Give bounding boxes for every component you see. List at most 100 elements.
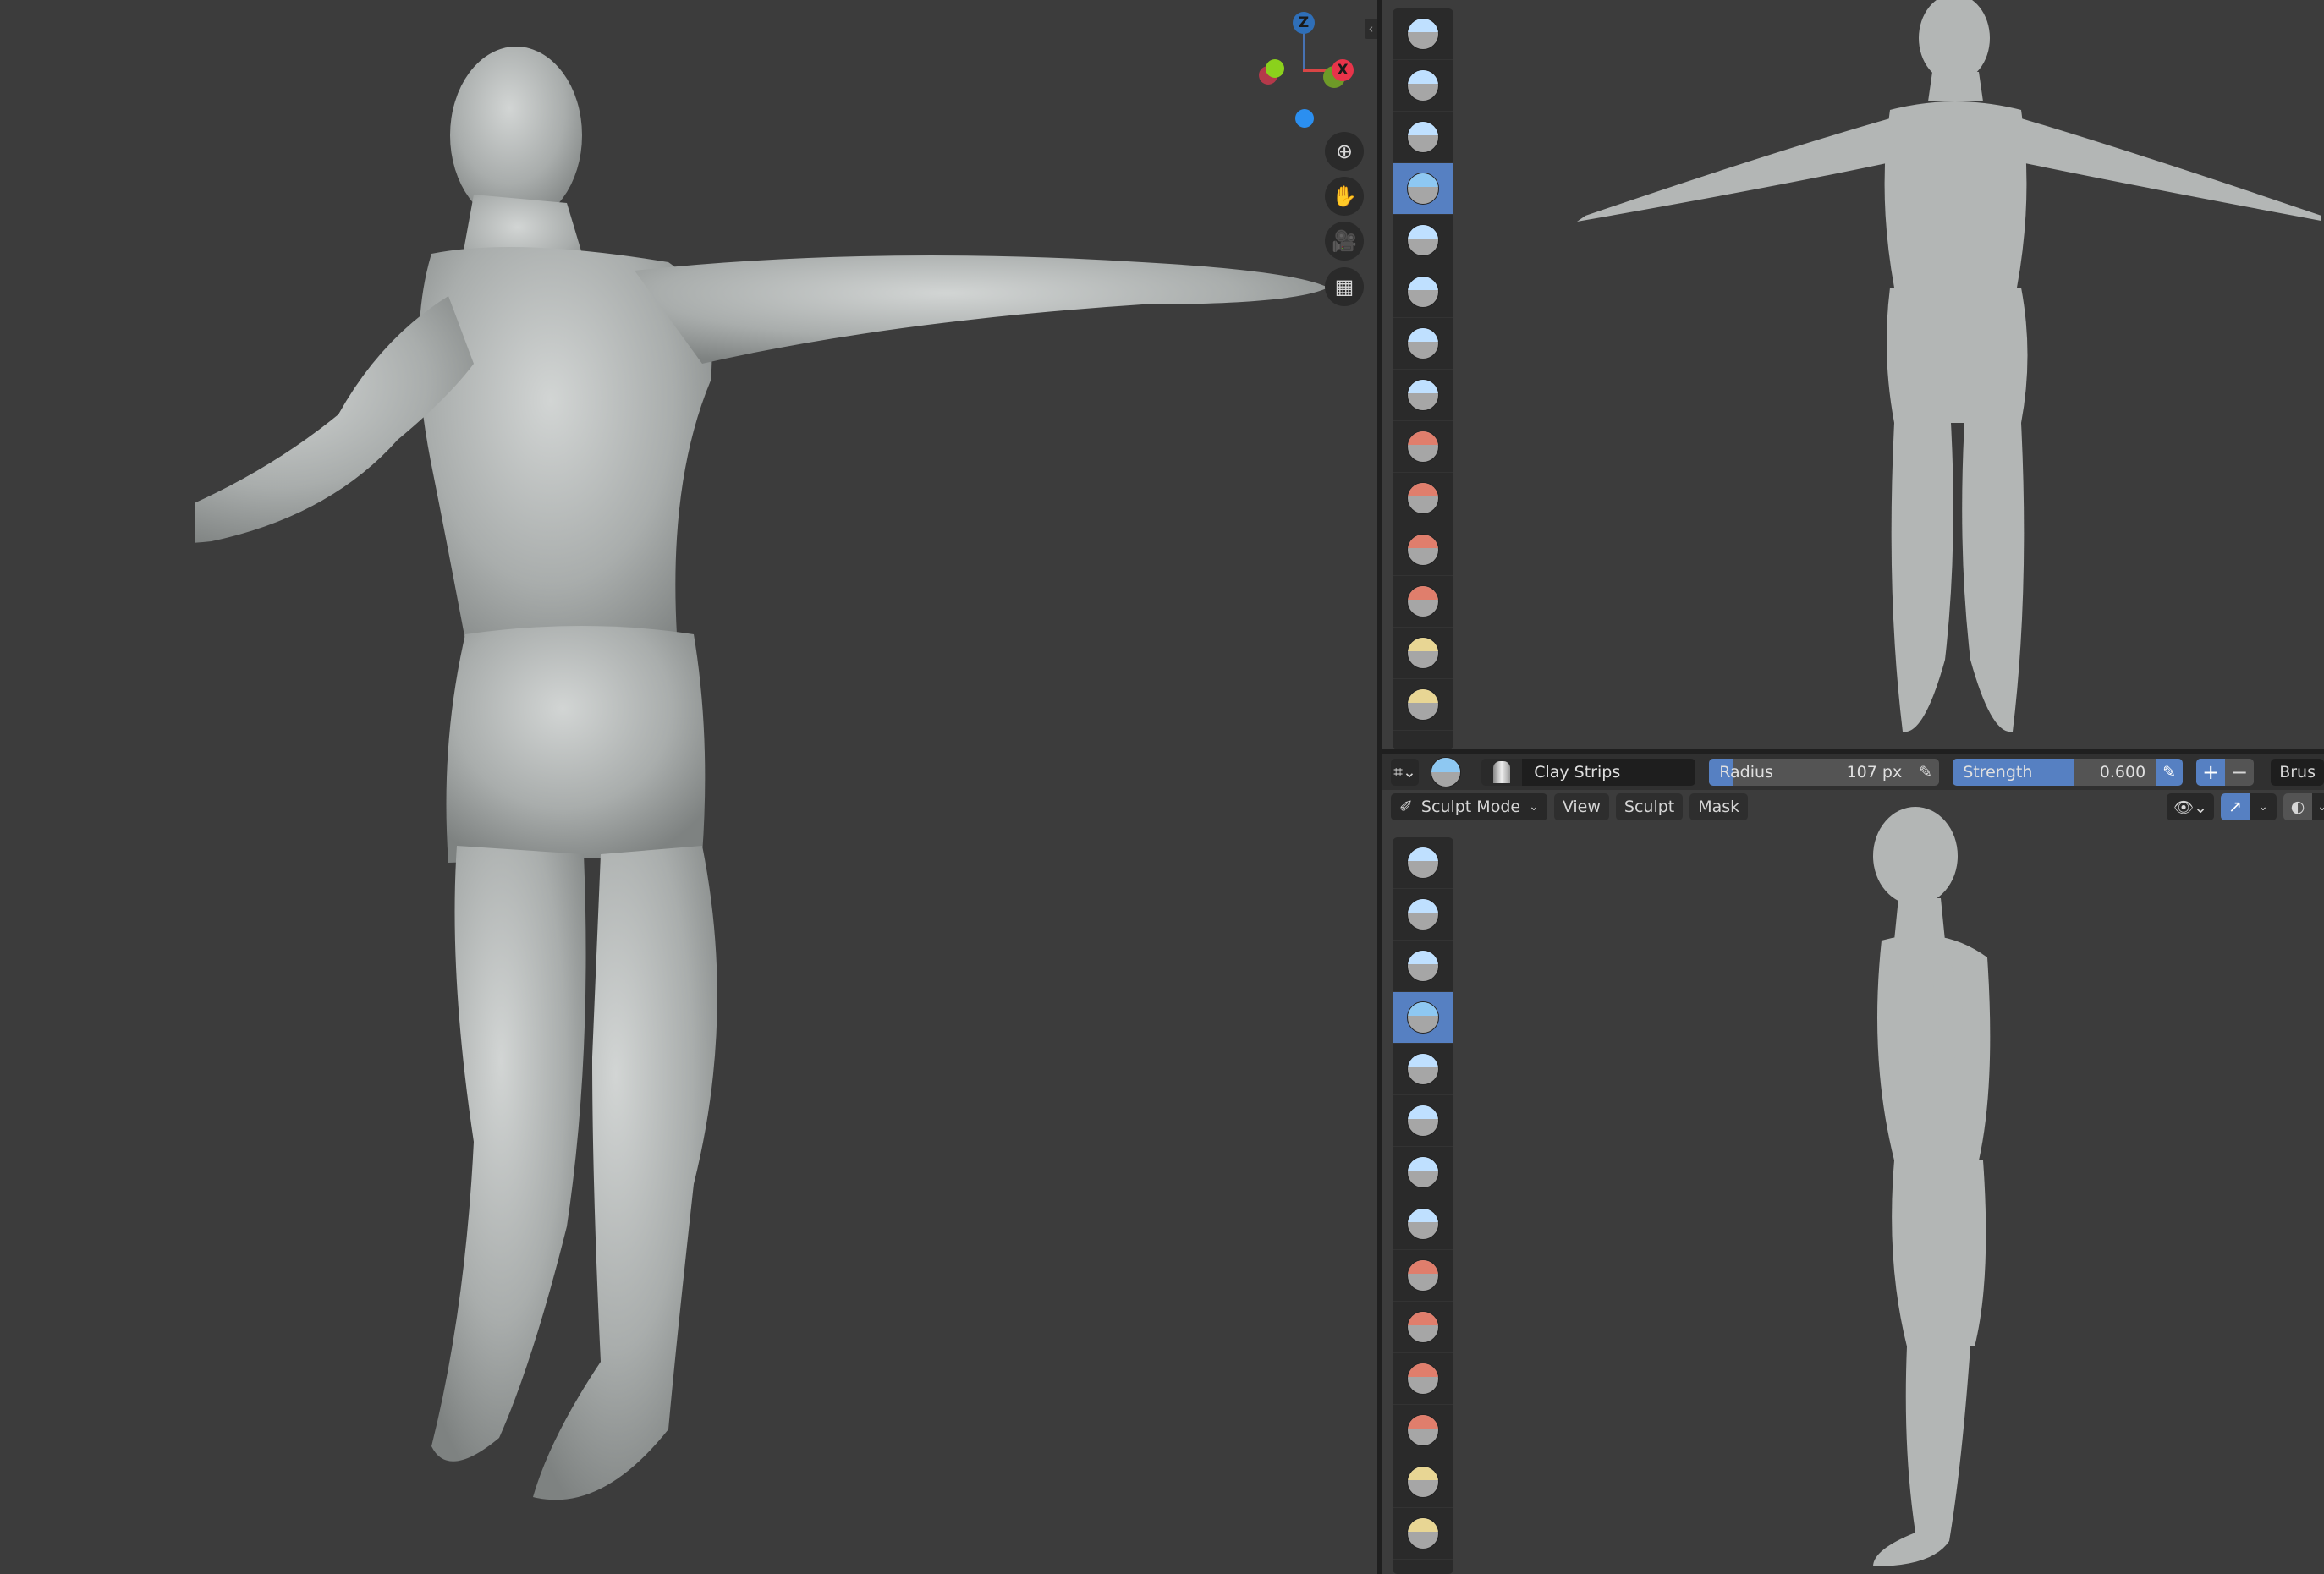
sculpt-model-perspective xyxy=(195,42,1337,1548)
brush-tool-blob[interactable] xyxy=(1393,1198,1453,1250)
smooth-brush-icon xyxy=(1407,1311,1439,1343)
scrape-brush-icon xyxy=(1407,637,1439,669)
brush-tool-scrape[interactable] xyxy=(1393,1456,1453,1508)
chevron-left-icon: ‹ xyxy=(1368,21,1374,36)
scrape-brush-icon xyxy=(1407,1466,1439,1498)
brush-tool-clay-thumb[interactable] xyxy=(1393,215,1453,266)
pen-pressure-icon: ✎ xyxy=(2162,763,2177,782)
brush-toolshelf-top xyxy=(1393,8,1453,749)
eye-select-icon: 👁⌄ xyxy=(2173,798,2207,817)
pan-view-button[interactable]: ✋ xyxy=(1325,177,1364,216)
strength-label: Strength xyxy=(1963,763,2033,782)
brush-tool-scrape[interactable] xyxy=(1393,628,1453,679)
pen-pressure-icon: ✎ xyxy=(1919,763,1933,782)
radius-value: 107 px xyxy=(1846,763,1903,782)
overlay-toggle[interactable]: ◐ xyxy=(2283,793,2312,820)
brush-tool-inflate[interactable] xyxy=(1393,1147,1453,1198)
sculpt-brush-icon: ✐ xyxy=(1399,798,1413,816)
gizmo-dropdown[interactable]: ⌄ xyxy=(2250,793,2277,820)
brush-thumbnail[interactable] xyxy=(1481,759,1523,786)
visibility-dropdown[interactable]: 👁⌄ xyxy=(2166,793,2214,820)
brush-tool-layer[interactable] xyxy=(1393,1095,1453,1147)
brush-tool-multiplane-scrape[interactable] xyxy=(1393,679,1453,731)
clay-brush-icon xyxy=(1407,950,1439,982)
chevron-down-icon: ⌄ xyxy=(2258,800,2268,814)
brush-tool-fill[interactable] xyxy=(1393,1405,1453,1456)
menu-view[interactable]: View xyxy=(1553,793,1609,820)
brush-toolshelf-bottom xyxy=(1393,837,1453,1574)
brush-tool-draw-sharp[interactable] xyxy=(1393,60,1453,112)
brush-name-field[interactable]: Clay Strips xyxy=(1522,759,1696,786)
overlay-dropdown[interactable]: ⌄ xyxy=(2312,793,2324,820)
magnifier-plus-icon: ⊕ xyxy=(1335,140,1354,163)
camera-view-button[interactable]: 🎥 xyxy=(1325,222,1364,261)
ortho-toggle-button[interactable]: ▦ xyxy=(1325,267,1364,306)
side-view-viewport[interactable] xyxy=(1382,754,2324,1574)
brush-tool-smooth[interactable] xyxy=(1393,1302,1453,1353)
zoom-view-button[interactable]: ⊕ xyxy=(1325,132,1364,171)
brush-selector[interactable]: Clay Strips xyxy=(1481,759,1696,786)
sculpt-model-front xyxy=(1560,0,2321,744)
draw-brush-icon xyxy=(1407,847,1439,879)
gizmo-toggle[interactable]: ↗ xyxy=(2221,793,2250,820)
brush-tool-multiplane-scrape[interactable] xyxy=(1393,1508,1453,1560)
brush-tool-blob[interactable] xyxy=(1393,370,1453,421)
brush-tool-crease[interactable] xyxy=(1393,1250,1453,1302)
brush-tool-clay-strips[interactable] xyxy=(1393,163,1453,215)
brush-tool-draw[interactable] xyxy=(1393,8,1453,60)
brush-tool-draw-sharp[interactable] xyxy=(1393,889,1453,941)
brush-tool-clay[interactable] xyxy=(1393,941,1453,992)
radius-slider[interactable]: Radius 107 px xyxy=(1709,759,1913,786)
inflate-brush-icon xyxy=(1407,327,1439,359)
strength-slider[interactable]: Strength 0.600 xyxy=(1953,759,2156,786)
direction-add-button[interactable]: + xyxy=(2196,759,2226,786)
multiplane-scrape-brush-icon xyxy=(1407,1517,1439,1549)
menu-mask[interactable]: Mask xyxy=(1689,793,1749,820)
main-3d-viewport[interactable]: Z X ⊕ ✋ 🎥 ▦ ‹ xyxy=(0,0,1377,1574)
strength-pressure-toggle[interactable]: ✎ xyxy=(2156,759,2184,786)
brush-tool-draw[interactable] xyxy=(1393,837,1453,889)
brush-tool-inflate[interactable] xyxy=(1393,318,1453,370)
front-view-viewport[interactable] xyxy=(1382,0,2324,749)
brush-tool-clay[interactable] xyxy=(1393,112,1453,163)
navigation-gizmo[interactable]: Z X xyxy=(1235,0,1362,135)
draw-brush-icon xyxy=(1407,18,1439,50)
multiplane-scrape-brush-icon xyxy=(1407,688,1439,721)
radius-label: Radius xyxy=(1719,763,1773,782)
mode-selector[interactable]: ✐ Sculpt Mode ⌄ xyxy=(1391,793,1547,820)
gizmo-axis-neg-z[interactable] xyxy=(1295,109,1314,128)
brush-tool-flatten[interactable] xyxy=(1393,1353,1453,1405)
brush-tool-smooth[interactable] xyxy=(1393,473,1453,524)
brush-tool-fill[interactable] xyxy=(1393,576,1453,628)
direction-subtract-button[interactable]: − xyxy=(2225,759,2255,786)
draw-sharp-brush-icon xyxy=(1407,69,1439,101)
sidebar-collapse-tab[interactable]: ‹ xyxy=(1365,19,1377,39)
brush-tool-layer[interactable] xyxy=(1393,266,1453,318)
tool-settings-header: ⌗⌄ Clay Strips Radius 107 px ✎ Strength xyxy=(1382,754,2324,790)
flatten-brush-icon xyxy=(1407,534,1439,566)
brush-tool-clay-thumb[interactable] xyxy=(1393,1044,1453,1095)
tool-options-dropdown[interactable]: ⌗⌄ xyxy=(1391,759,1420,786)
chevron-down-icon: ⌄ xyxy=(1529,800,1539,814)
camera-icon: 🎥 xyxy=(1332,229,1357,253)
gizmo-axis-x[interactable]: X xyxy=(1332,59,1354,81)
blob-brush-icon xyxy=(1407,379,1439,411)
gizmo-axis-y[interactable] xyxy=(1266,59,1284,78)
brush-tool-clay-strips[interactable] xyxy=(1393,992,1453,1044)
layer-brush-icon xyxy=(1407,276,1439,308)
inflate-brush-icon xyxy=(1407,1156,1439,1188)
hand-icon: ✋ xyxy=(1332,184,1357,208)
brush-tool-flatten[interactable] xyxy=(1393,524,1453,576)
fill-brush-icon xyxy=(1407,1414,1439,1446)
gizmo-axis-z[interactable]: Z xyxy=(1293,12,1315,34)
brush-tool-crease[interactable] xyxy=(1393,421,1453,473)
clay-strips-brush-icon xyxy=(1407,1001,1439,1034)
smooth-brush-icon xyxy=(1407,482,1439,514)
blender-window: Z X ⊕ ✋ 🎥 ▦ ‹ ⌗⌄ Clay Strips Radius 107 … xyxy=(0,0,2324,1574)
menu-sculpt[interactable]: Sculpt xyxy=(1615,793,1684,820)
radius-pressure-toggle[interactable]: ✎ xyxy=(1912,759,1940,786)
active-brush-icon[interactable] xyxy=(1431,754,1462,791)
brush-settings-menu[interactable]: Brus xyxy=(2271,759,2324,786)
flatten-brush-icon xyxy=(1407,1363,1439,1395)
clay-thumb-brush-icon xyxy=(1407,224,1439,256)
